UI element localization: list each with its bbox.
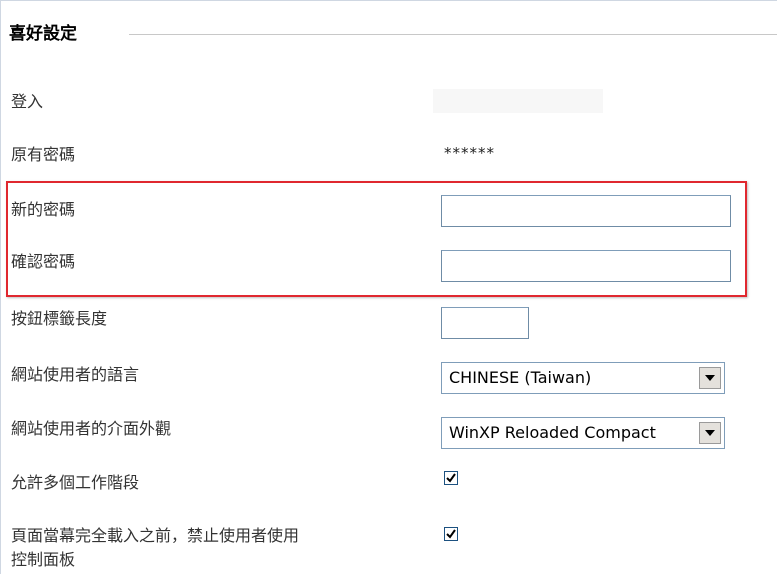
site-language-select[interactable]: CHINESE (Taiwan) bbox=[441, 362, 725, 394]
site-language-label: 網站使用者的語言 bbox=[11, 365, 140, 384]
block-control-panel-label-line2: 控制面板 bbox=[11, 550, 76, 569]
login-value bbox=[433, 89, 603, 113]
allow-multiple-sessions-label: 允許多個工作階段 bbox=[11, 473, 140, 492]
block-control-panel-checkbox[interactable] bbox=[444, 527, 458, 541]
old-password-label: 原有密碼 bbox=[11, 145, 76, 164]
button-label-length-input[interactable] bbox=[441, 307, 529, 339]
site-theme-selected: WinXP Reloaded Compact bbox=[449, 423, 656, 442]
allow-multiple-sessions-checkbox[interactable] bbox=[444, 471, 458, 485]
checkmark-icon bbox=[446, 473, 456, 483]
button-label-length-label: 按鈕標籤長度 bbox=[11, 309, 108, 328]
password-highlight-box bbox=[6, 181, 747, 297]
site-theme-label: 網站使用者的介面外觀 bbox=[11, 419, 172, 438]
checkmark-icon bbox=[446, 529, 456, 539]
site-theme-select[interactable]: WinXP Reloaded Compact bbox=[441, 417, 725, 449]
legend-divider bbox=[129, 34, 777, 35]
block-control-panel-label-line1: 頁面當幕完全載入之前，禁止使用者使用 bbox=[11, 526, 300, 545]
site-language-selected: CHINESE (Taiwan) bbox=[449, 368, 592, 387]
login-label: 登入 bbox=[11, 92, 44, 111]
chevron-down-icon[interactable] bbox=[699, 367, 721, 389]
section-title: 喜好設定 bbox=[9, 19, 83, 44]
old-password-value: ****** bbox=[444, 144, 495, 162]
chevron-down-icon[interactable] bbox=[699, 422, 721, 444]
preferences-fieldset: 喜好設定 登入 原有密碼 ****** 新的密碼 確認密碼 按鈕標籤長度 網站使… bbox=[0, 0, 777, 574]
